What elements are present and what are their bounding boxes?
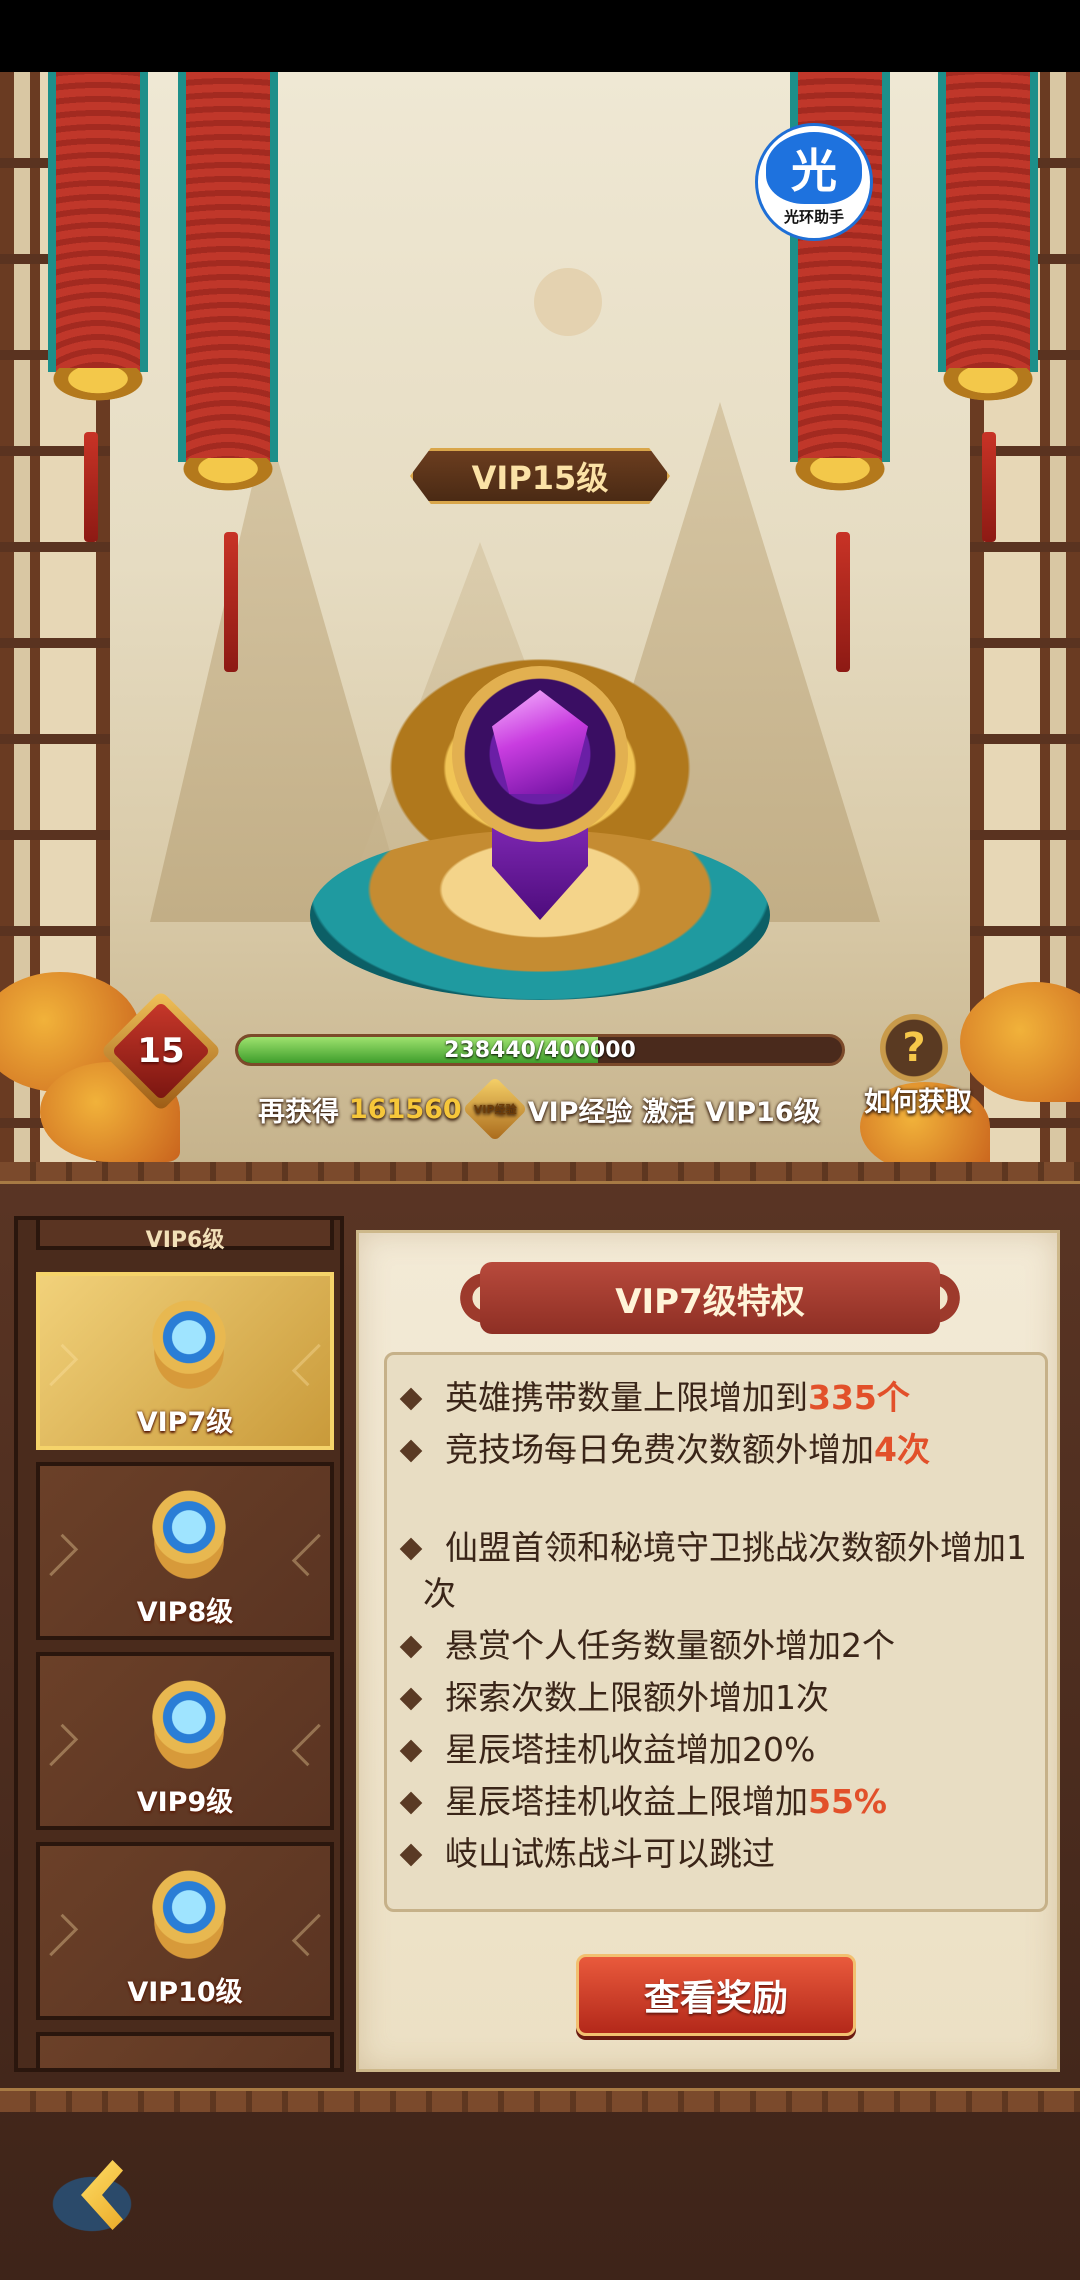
privilege-list[interactable]: 英雄携带数量上限增加到335个 竞技场每日免费次数额外增加4次 仙盟首领和秘境守… xyxy=(384,1352,1048,1912)
vip-blue-gem-icon xyxy=(135,1864,243,1960)
vip-list-item-label: VIP8级 xyxy=(136,1597,234,1628)
chevron-right-icon xyxy=(291,1343,330,1387)
privilege-item: 竞技场每日免费次数额外增加4次 xyxy=(399,1427,1033,1473)
privilege-item: 星辰塔挂机收益增加20% xyxy=(399,1727,1033,1773)
bullet-diamond-icon xyxy=(399,1439,423,1463)
chevron-left-icon xyxy=(40,1723,79,1767)
brand-name: 光环助手 xyxy=(783,207,844,226)
vip-list-item-partial-bottom[interactable] xyxy=(36,2032,334,2068)
exp-requirement-text: 再获得 161560 VIP经验 VIP经验 激活 VIP16级 xyxy=(258,1076,821,1142)
tassel-decoration xyxy=(224,532,238,672)
vip-list-item-partial[interactable]: VIP6级 xyxy=(36,1220,334,1253)
sun-decoration xyxy=(534,268,602,336)
exp-remaining-amount: 161560 xyxy=(349,1093,462,1125)
guanghuan-assistant-badge[interactable]: 光 光环助手 xyxy=(755,123,873,241)
bullet-diamond-icon xyxy=(399,1635,423,1659)
bullet-diamond-icon xyxy=(399,1387,423,1411)
vip-exp-progress-text: 238440/400000 xyxy=(444,1037,636,1063)
bullet-diamond-icon xyxy=(399,1739,423,1763)
back-button[interactable] xyxy=(40,2140,170,2250)
chevron-right-icon xyxy=(291,1533,330,1577)
panel-border-bottom xyxy=(0,2088,1080,2112)
vip-list-item-label: VIP10级 xyxy=(127,1977,243,2008)
status-bar xyxy=(0,0,1080,72)
leaf-decoration xyxy=(40,2150,170,2240)
bullet-diamond-icon xyxy=(399,1843,423,1867)
vip-level-list[interactable]: VIP6级 VIP7级 VIP8级 VIP9级 VIP10级 xyxy=(14,1216,344,2072)
how-to-obtain-label[interactable]: 如何获取 xyxy=(848,1080,988,1119)
tassel-decoration xyxy=(836,532,850,672)
vip-list-item-8[interactable]: VIP8级 xyxy=(36,1462,334,1640)
vip-list-item-label: VIP9级 xyxy=(136,1787,234,1818)
vip-blue-gem-icon xyxy=(135,1294,243,1390)
exp-suffix: VIP经验 激活 VIP16级 xyxy=(527,1096,821,1128)
vip-list-item-7[interactable]: VIP7级 xyxy=(36,1272,334,1450)
chevron-left-icon xyxy=(40,1533,79,1577)
bullet-diamond-icon xyxy=(399,1537,423,1561)
question-icon: ? xyxy=(902,1025,926,1071)
exp-prefix: 再获得 xyxy=(258,1096,339,1128)
bullet-diamond-icon xyxy=(399,1791,423,1815)
level-number: 15 xyxy=(137,1031,185,1071)
view-rewards-button[interactable]: 查看奖励 xyxy=(576,1954,856,2036)
chevron-right-icon xyxy=(291,1913,330,1957)
panel-border-top xyxy=(0,1162,1080,1184)
tassel-decoration xyxy=(982,432,996,542)
vip-list-item-label: VIP7级 xyxy=(136,1407,234,1438)
chevron-left-icon xyxy=(40,1913,79,1957)
privilege-item: 悬赏个人任务数量额外增加2个 xyxy=(399,1623,1033,1669)
bullet-diamond-icon xyxy=(399,1687,423,1711)
vip-blue-gem-icon xyxy=(135,1674,243,1770)
guanghuan-icon: 光 xyxy=(766,131,862,204)
vip-blue-gem-icon xyxy=(135,1484,243,1580)
privilege-title: VIP7级特权 xyxy=(480,1262,940,1334)
privilege-item: 仙盟首领和秘境守卫挑战次数额外增加1次 xyxy=(399,1525,1033,1617)
vip-exp-coin-icon: VIP经验 xyxy=(462,1076,528,1142)
chevron-right-icon xyxy=(291,1723,330,1767)
privilege-item: 星辰塔挂机收益上限增加55% xyxy=(399,1779,1033,1825)
chevron-left-icon xyxy=(40,1343,79,1387)
how-to-obtain-button[interactable]: ? xyxy=(880,1014,948,1082)
vip-list-item-9[interactable]: VIP9级 xyxy=(36,1652,334,1830)
current-vip-title: VIP15级 xyxy=(410,448,670,504)
privilege-item: 英雄携带数量上限增加到335个 xyxy=(399,1375,1033,1421)
red-banner xyxy=(46,72,150,404)
vip-exp-progress-bar: 238440/400000 xyxy=(235,1034,845,1066)
vip-list-item-10[interactable]: VIP10级 xyxy=(36,1842,334,2020)
red-banner xyxy=(936,72,1040,404)
privilege-item: 探索次数上限额外增加1次 xyxy=(399,1675,1033,1721)
privilege-item: 岐山试炼战斗可以跳过 xyxy=(399,1831,1033,1877)
red-banner xyxy=(176,72,280,494)
tassel-decoration xyxy=(84,432,98,542)
